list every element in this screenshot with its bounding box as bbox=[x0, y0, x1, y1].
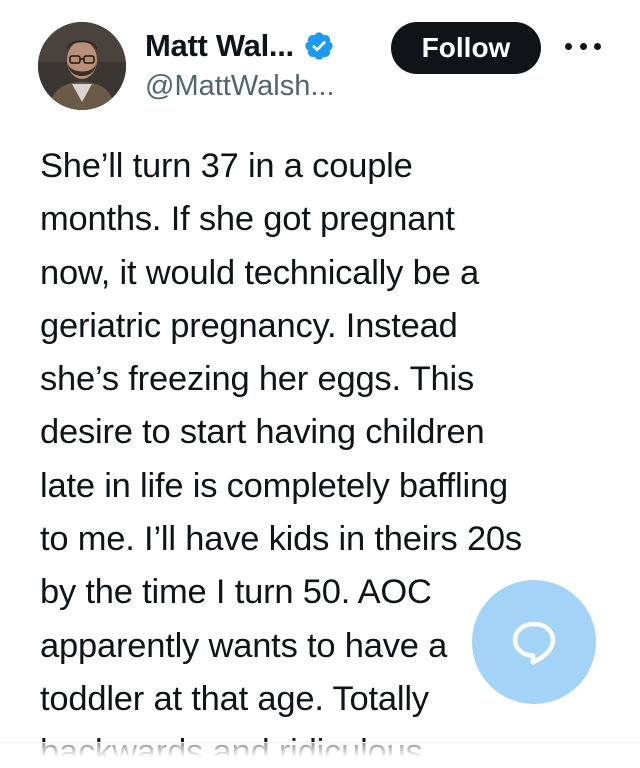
avatar[interactable] bbox=[38, 22, 126, 110]
display-name[interactable]: Matt Wal... bbox=[145, 28, 294, 64]
name-row: Matt Wal... bbox=[145, 26, 335, 66]
handle[interactable]: @MattWalsh... bbox=[145, 70, 335, 103]
more-dot bbox=[565, 42, 572, 50]
verified-badge-icon bbox=[305, 32, 333, 60]
follow-button[interactable]: Follow bbox=[391, 22, 541, 74]
reply-button[interactable] bbox=[472, 580, 596, 704]
tweet-header: Matt Wal... @MattWalsh... Follow bbox=[0, 0, 640, 120]
more-options-icon[interactable] bbox=[565, 32, 601, 60]
more-dot bbox=[579, 42, 587, 50]
reply-bubble-icon bbox=[512, 621, 556, 665]
more-dot bbox=[594, 42, 601, 50]
avatar-photo bbox=[38, 22, 126, 110]
bottom-divider bbox=[0, 742, 640, 768]
